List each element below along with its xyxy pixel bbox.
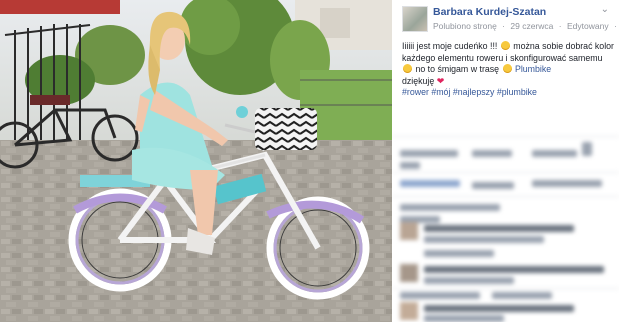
blurred-line [424,277,514,284]
post-photo[interactable] [0,0,392,322]
blurred-line [472,182,514,189]
smile-emoji-icon [500,41,510,50]
blurred-line [424,236,544,243]
avatar [400,222,418,240]
avatar[interactable] [402,6,428,32]
blurred-line [400,162,420,169]
blurred-line [400,292,480,299]
heart-icon: ❤ [436,75,445,86]
blurred-line [424,315,504,322]
post-meta: Polubiono stronę · 29 czerwca · Edytowan… [433,21,619,32]
blurred-line [424,225,574,232]
edited-label[interactable]: Edytowany [567,21,609,31]
blurred-line [532,180,602,187]
divider [392,288,619,289]
meta-separator: · [613,21,617,31]
author-name[interactable]: Barbara Kurdej-Szatan [433,6,546,18]
post-text-part: dziękuję [402,75,435,86]
hashtags[interactable]: #rower #mój #najlepszy #plumbike [402,87,537,97]
meta-separator: · [502,21,506,31]
post-date[interactable]: 29 czerwca [510,21,553,31]
blurred-line [492,292,552,299]
post-text: Iiiiii jest moje cudeńko !!! można sobie… [402,41,614,99]
divider [392,196,619,197]
blurred-line [400,150,458,157]
post-panel: Barbara Kurdej-Szatan Polubiono stronę ·… [392,0,619,322]
meta-separator: · [558,21,562,31]
smile-emoji-icon [403,64,412,74]
avatar [400,302,418,320]
blurred-line [400,204,500,211]
blurred-line [424,305,574,312]
blurred-line [472,150,512,157]
avatar [400,264,418,282]
chevron-down-icon[interactable]: ⌄ [601,4,609,15]
post-text-part: no to śmigam w trasę [415,64,500,75]
divider [392,136,619,137]
smile-emoji-icon [502,64,512,74]
post-text-part: Iiiiii jest moje cudeńko !!! [402,41,498,51]
blurred-line [424,266,604,273]
blurred-line [582,142,592,156]
mention-link[interactable]: Plumbike [515,64,551,74]
divider [392,172,619,173]
blurred-line [532,150,577,157]
blurred-line [400,180,460,187]
liked-page-label[interactable]: Polubiono stronę [433,21,497,31]
blurred-line [424,250,494,257]
photo-woman-on-bicycle [0,0,392,322]
